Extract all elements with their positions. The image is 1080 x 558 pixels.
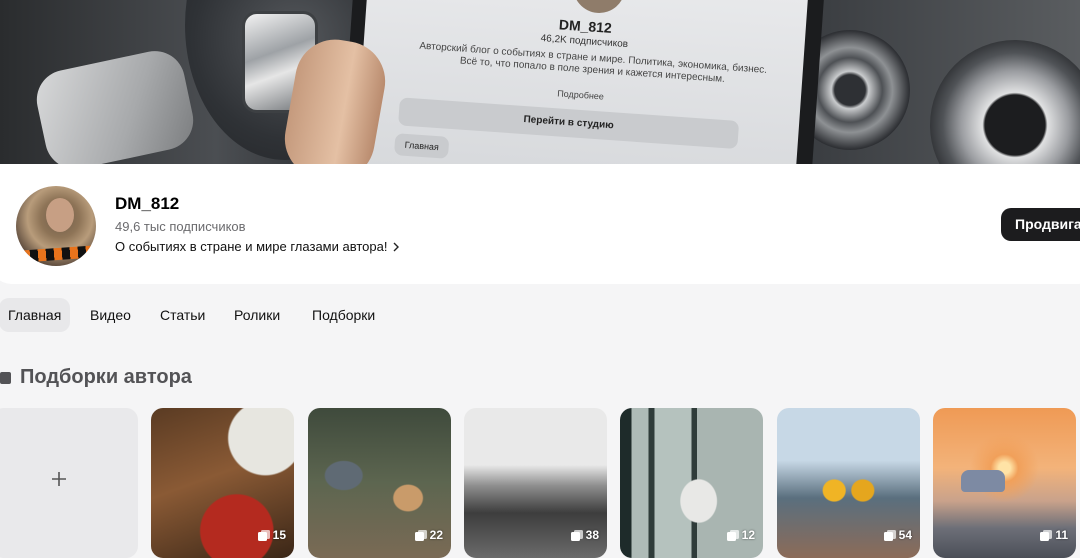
avatar[interactable] — [16, 186, 96, 266]
stack-icon — [570, 529, 583, 541]
stack-icon — [883, 529, 896, 541]
section-title-text: Подборки автора — [20, 366, 192, 388]
phone-tab-main: Главная — [393, 133, 450, 159]
tab-main[interactable]: Главная — [0, 298, 71, 332]
wheel-spoke — [31, 45, 199, 168]
collection-card[interactable]: 15 — [151, 408, 294, 558]
cover-banner: DM_812 46,2K подписчиков Авторский блог … — [0, 0, 1080, 168]
promote-button[interactable]: Продвигать — [1001, 208, 1080, 241]
section-title: Подборки автора — [0, 366, 192, 389]
phone-avatar — [571, 0, 626, 15]
collection-card[interactable]: 38 — [464, 408, 607, 558]
tab-collections[interactable]: Подборки — [303, 298, 384, 332]
stack-icon — [414, 529, 427, 541]
collection-icon — [0, 371, 11, 384]
tab-articles[interactable]: Статьи — [151, 298, 214, 332]
car-shape — [961, 470, 1005, 492]
avatar-face — [46, 198, 74, 232]
dashboard-gauge — [930, 40, 1080, 168]
channel-name[interactable]: DM_812 — [115, 194, 179, 214]
stack-icon — [1040, 529, 1053, 541]
collection-card[interactable]: 54 — [777, 408, 920, 558]
channel-description-text: О событиях в стране и мире глазами автор… — [115, 239, 388, 254]
create-collection-card[interactable] — [0, 408, 138, 558]
collection-card[interactable]: 11 — [933, 408, 1076, 558]
stack-icon — [726, 529, 739, 541]
subscriber-count: 49,6 тыс подписчиков — [115, 219, 246, 234]
collection-card[interactable]: 22 — [308, 408, 451, 558]
phone-screen: DM_812 46,2K подписчиков Авторский блог … — [355, 0, 809, 168]
collection-card[interactable]: 12 — [620, 408, 763, 558]
tab-shorts[interactable]: Ролики — [225, 298, 289, 332]
stack-icon — [257, 529, 270, 541]
chevron-right-icon — [393, 242, 400, 251]
plus-icon — [52, 472, 66, 486]
channel-description[interactable]: О событиях в стране и мире глазами автор… — [115, 239, 401, 254]
tab-video[interactable]: Видео — [81, 298, 140, 332]
